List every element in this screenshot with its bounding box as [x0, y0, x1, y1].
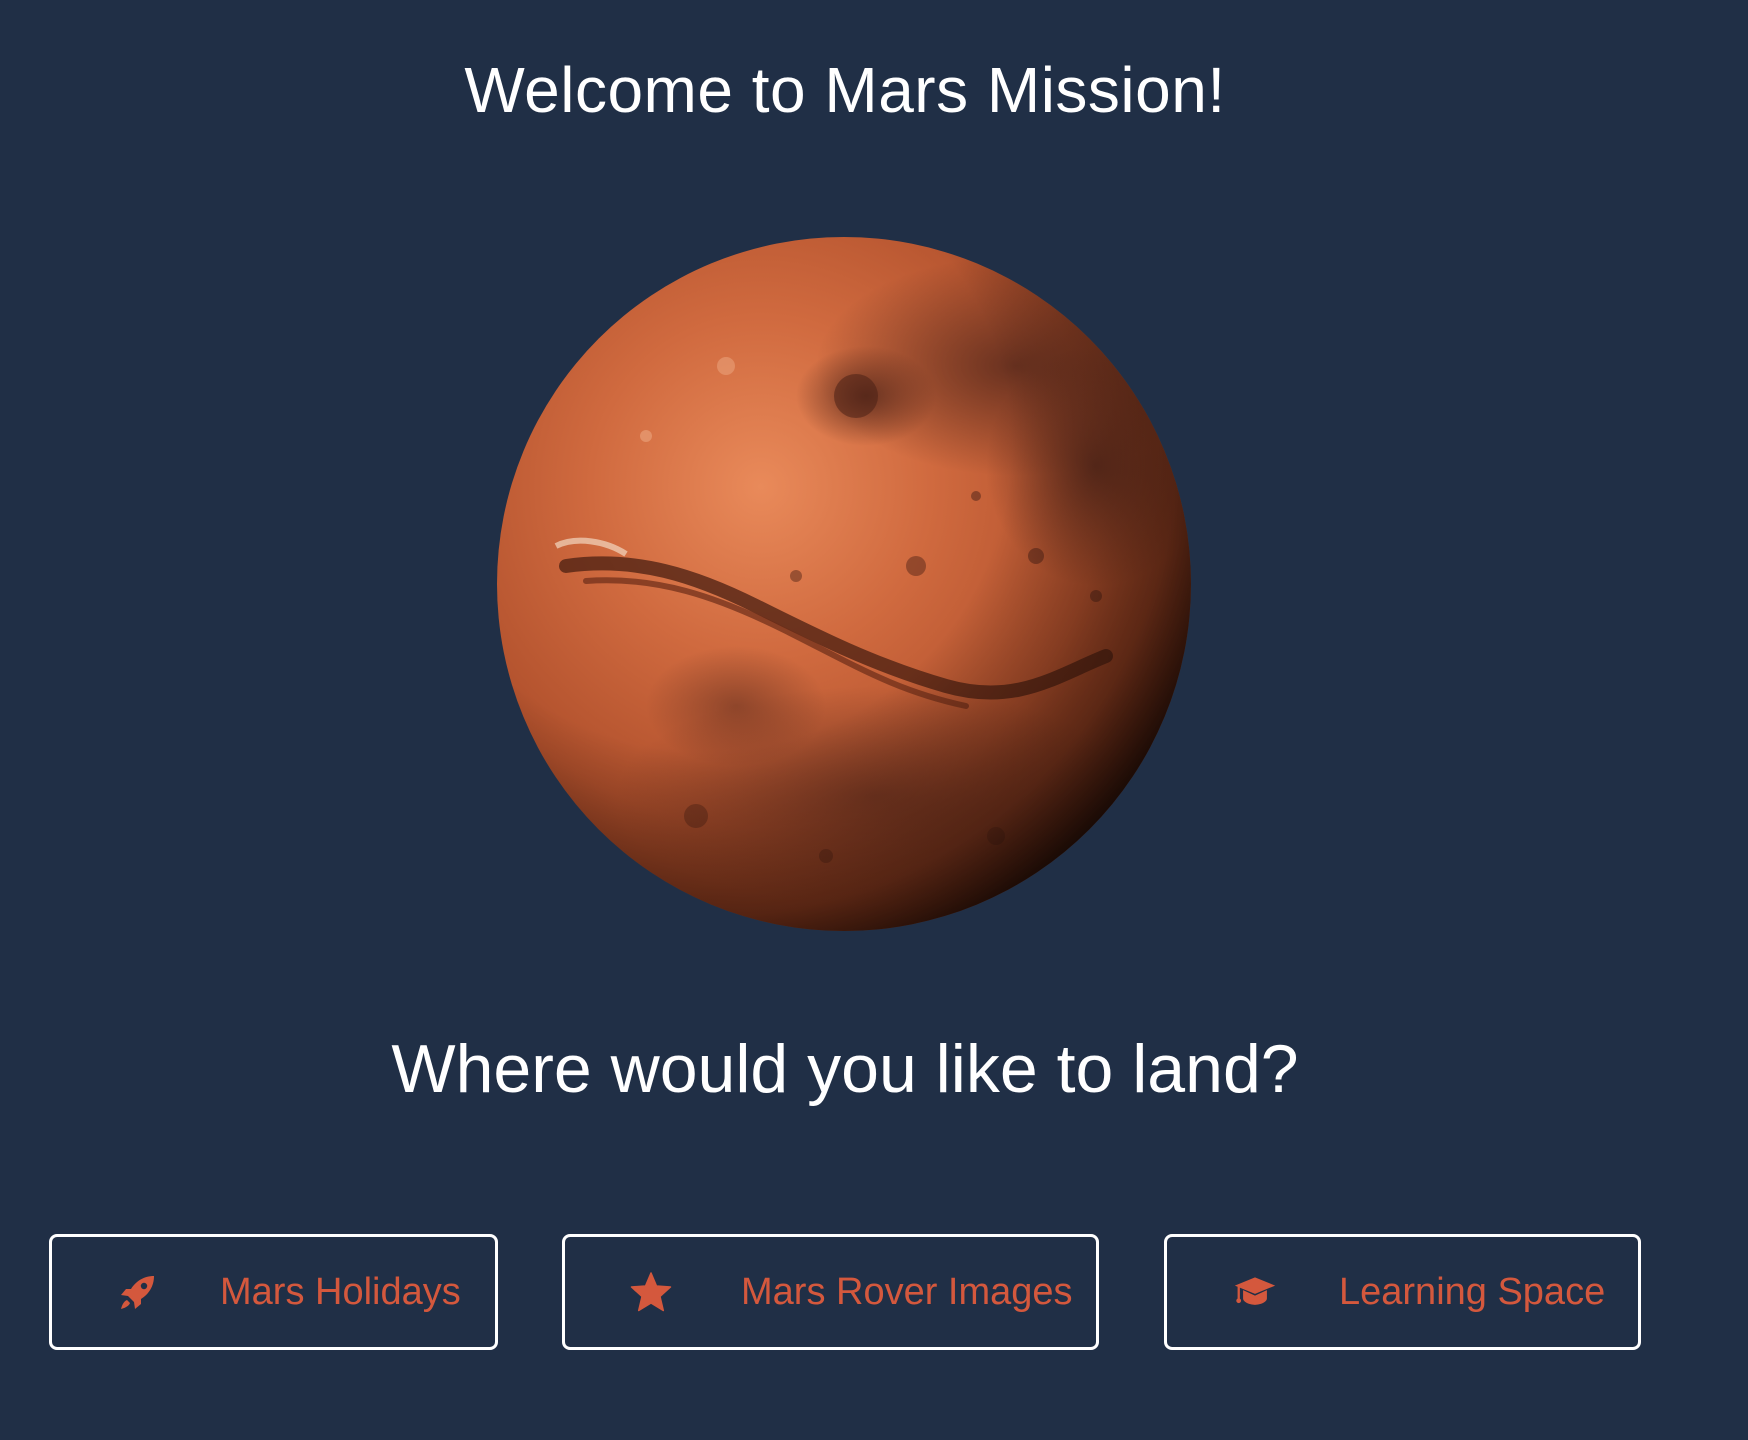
page-title: Welcome to Mars Mission!: [464, 54, 1226, 126]
mars-holidays-label: Mars Holidays: [220, 1270, 461, 1313]
mars-planet-image: [496, 236, 1192, 932]
landing-question: Where would you like to land?: [391, 1031, 1299, 1107]
mars-rover-images-label: Mars Rover Images: [741, 1270, 1073, 1313]
learning-space-button[interactable]: Learning Space: [1164, 1234, 1641, 1350]
mars-rover-images-button[interactable]: Mars Rover Images: [562, 1234, 1099, 1350]
graduation-cap-icon: [1233, 1270, 1277, 1314]
learning-space-label: Learning Space: [1339, 1270, 1606, 1313]
mars-holidays-button[interactable]: Mars Holidays: [49, 1234, 498, 1350]
rocket-icon: [116, 1270, 160, 1314]
star-icon: [629, 1270, 673, 1314]
